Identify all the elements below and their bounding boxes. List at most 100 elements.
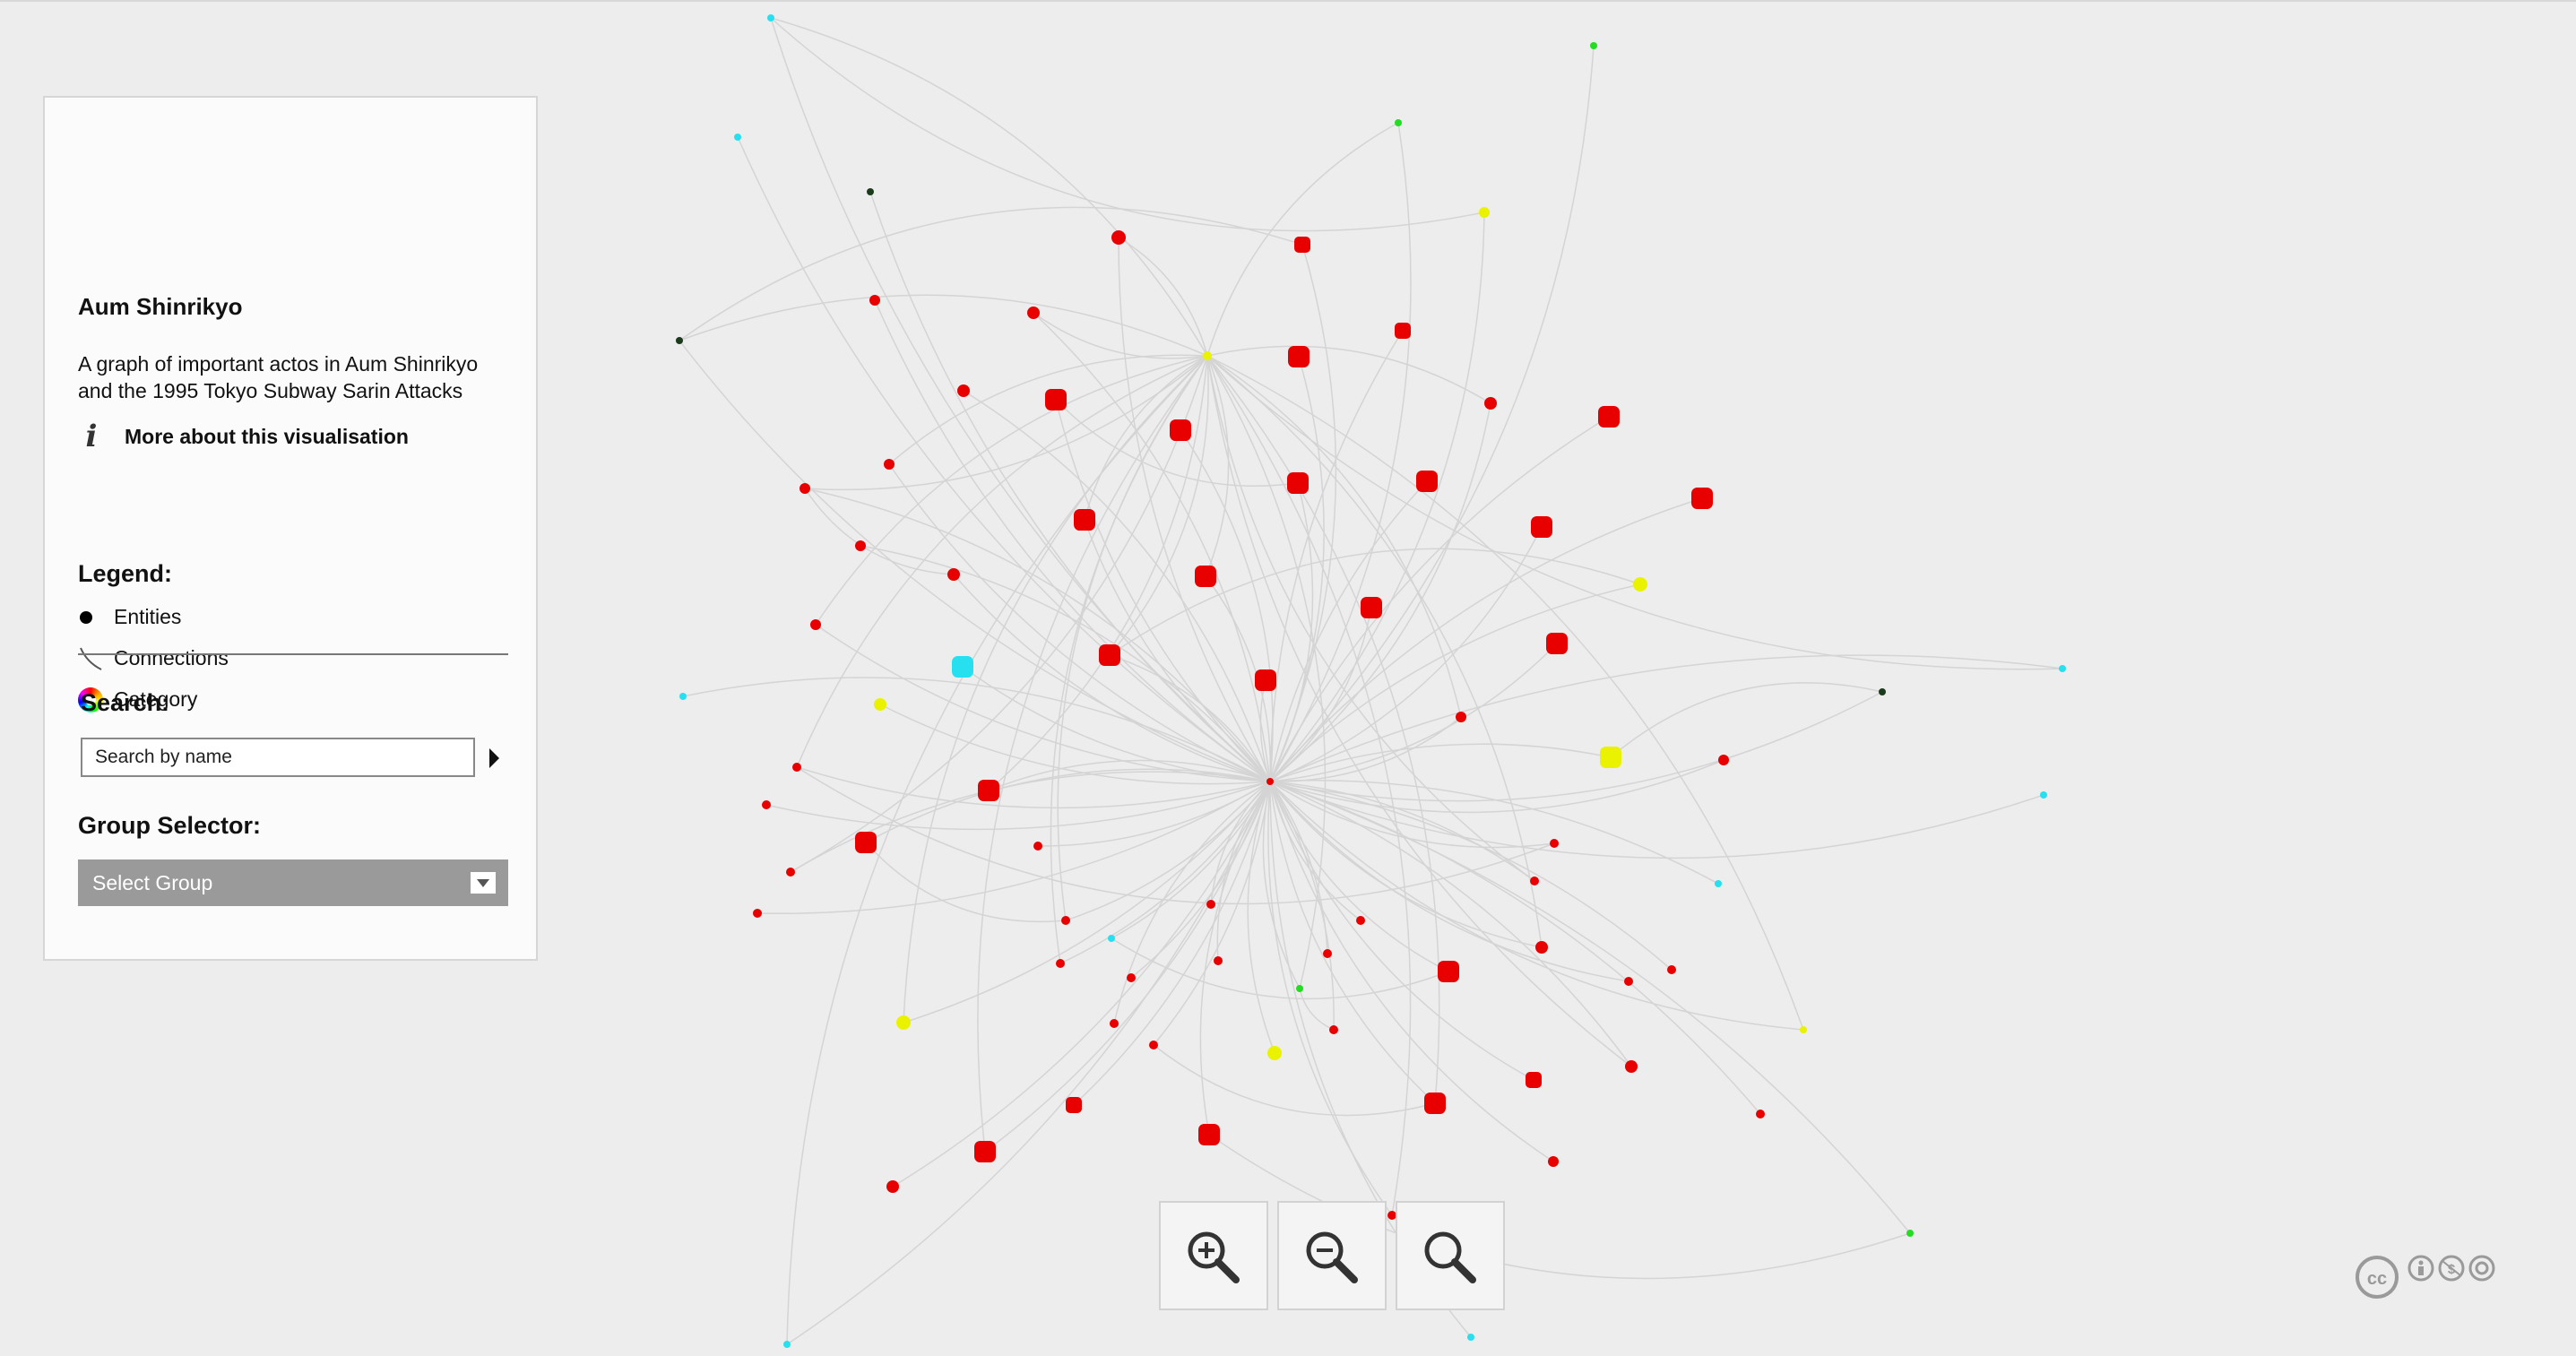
entity-node[interactable] xyxy=(1027,307,1040,319)
entity-node[interactable] xyxy=(1548,1156,1559,1167)
entity-node[interactable] xyxy=(676,337,683,344)
entity-node[interactable] xyxy=(1214,956,1223,965)
entity-node[interactable] xyxy=(1667,965,1676,974)
entity-node[interactable] xyxy=(1395,119,1402,126)
entity-node[interactable] xyxy=(1633,577,1647,592)
entity-node[interactable] xyxy=(1526,1072,1542,1088)
entity-node[interactable] xyxy=(1287,472,1309,494)
entity-node[interactable] xyxy=(1590,42,1597,49)
entity-node[interactable] xyxy=(792,763,801,772)
entity-node[interactable] xyxy=(896,1015,911,1030)
entity-node[interactable] xyxy=(1718,755,1729,765)
entity-node[interactable] xyxy=(1484,397,1497,410)
entity-node[interactable] xyxy=(884,459,895,470)
entity-node[interactable] xyxy=(1267,1046,1282,1060)
entity-node[interactable] xyxy=(867,188,874,195)
entity-node[interactable] xyxy=(2040,791,2047,799)
entity-node[interactable] xyxy=(952,656,973,678)
entity-node[interactable] xyxy=(1066,1097,1082,1113)
entity-node[interactable] xyxy=(1127,973,1136,982)
entity-node[interactable] xyxy=(734,134,741,141)
panel-divider xyxy=(78,653,508,655)
entity-node[interactable] xyxy=(1033,842,1042,851)
entity-node[interactable] xyxy=(783,1341,791,1348)
entity-node[interactable] xyxy=(855,540,866,551)
entity-node[interactable] xyxy=(1198,1124,1220,1145)
connection-edge xyxy=(1037,781,1271,847)
entity-node[interactable] xyxy=(1266,778,1274,785)
entity-node[interactable] xyxy=(1715,880,1722,887)
entity-node[interactable] xyxy=(886,1180,899,1193)
zoom-in-button[interactable] xyxy=(1159,1201,1268,1310)
entity-node[interactable] xyxy=(1056,959,1065,968)
entity-node[interactable] xyxy=(1530,877,1539,885)
entity-node[interactable] xyxy=(1416,471,1438,492)
entity-node[interactable] xyxy=(810,619,821,630)
entity-node[interactable] xyxy=(1288,346,1310,367)
entity-node[interactable] xyxy=(1691,488,1713,509)
entity-node[interactable] xyxy=(1323,949,1332,958)
entity-node[interactable] xyxy=(1108,935,1115,942)
entity-node[interactable] xyxy=(974,1141,996,1162)
entity-node[interactable] xyxy=(2059,665,2066,672)
entity-node[interactable] xyxy=(1598,406,1620,428)
zoom-reset-button[interactable] xyxy=(1396,1201,1505,1310)
entity-node[interactable] xyxy=(869,295,880,306)
entity-node[interactable] xyxy=(1467,1334,1474,1341)
entity-node[interactable] xyxy=(1395,323,1411,339)
more-about-label: More about this visualisation xyxy=(125,424,409,448)
entity-node[interactable] xyxy=(1438,961,1459,982)
entity-node[interactable] xyxy=(762,800,771,809)
entity-node[interactable] xyxy=(1206,900,1215,909)
entity-node[interactable] xyxy=(1149,1041,1158,1049)
entity-node[interactable] xyxy=(1074,509,1095,531)
entity-node[interactable] xyxy=(1625,1060,1638,1073)
zoom-out-button[interactable] xyxy=(1277,1201,1387,1310)
entity-node[interactable] xyxy=(1045,389,1067,410)
info-icon: i xyxy=(85,419,98,454)
entity-node[interactable] xyxy=(957,384,970,397)
entity-node[interactable] xyxy=(800,483,810,494)
entity-node[interactable] xyxy=(1800,1026,1807,1033)
entity-node[interactable] xyxy=(1356,916,1365,925)
search-input[interactable] xyxy=(81,738,475,777)
entity-node[interactable] xyxy=(1756,1110,1765,1118)
entity-node[interactable] xyxy=(1294,237,1310,253)
entity-node[interactable] xyxy=(786,868,795,877)
entity-node[interactable] xyxy=(1061,916,1070,925)
entity-node[interactable] xyxy=(1550,839,1559,848)
entity-node[interactable] xyxy=(1531,516,1552,538)
entity-node[interactable] xyxy=(978,780,999,801)
group-select-dropdown[interactable]: Select Group xyxy=(78,859,508,906)
entity-node[interactable] xyxy=(1111,230,1126,245)
entity-node[interactable] xyxy=(947,568,960,581)
entity-node[interactable] xyxy=(1296,985,1303,992)
entity-node[interactable] xyxy=(1456,712,1466,722)
connection-edge xyxy=(804,355,1208,491)
entity-node[interactable] xyxy=(679,693,687,700)
entity-node[interactable] xyxy=(1203,351,1212,360)
entity-node[interactable] xyxy=(1879,688,1886,695)
entity-node[interactable] xyxy=(874,698,886,711)
entity-node[interactable] xyxy=(1361,597,1382,618)
entity-node[interactable] xyxy=(1255,669,1276,691)
entity-node[interactable] xyxy=(1546,633,1568,654)
more-about-link[interactable]: i More about this visualisation xyxy=(78,419,409,454)
entity-node[interactable] xyxy=(1624,977,1633,986)
connection-edge xyxy=(1299,988,1335,1031)
entity-node[interactable] xyxy=(1170,419,1191,441)
entity-node[interactable] xyxy=(1110,1019,1119,1028)
entity-node[interactable] xyxy=(855,832,877,853)
entity-node[interactable] xyxy=(1479,207,1490,218)
entity-node[interactable] xyxy=(1906,1230,1914,1237)
creative-commons-license[interactable]: cc $ xyxy=(2353,1250,2505,1304)
entity-node[interactable] xyxy=(1535,941,1548,954)
entity-node[interactable] xyxy=(1329,1025,1338,1034)
entity-node[interactable] xyxy=(1195,566,1216,587)
entity-node[interactable] xyxy=(1099,644,1120,666)
entity-node[interactable] xyxy=(1424,1093,1446,1114)
entity-node[interactable] xyxy=(767,14,774,22)
entity-node[interactable] xyxy=(1600,747,1621,768)
entity-node[interactable] xyxy=(753,909,762,918)
search-submit-arrow-icon[interactable] xyxy=(489,748,499,768)
